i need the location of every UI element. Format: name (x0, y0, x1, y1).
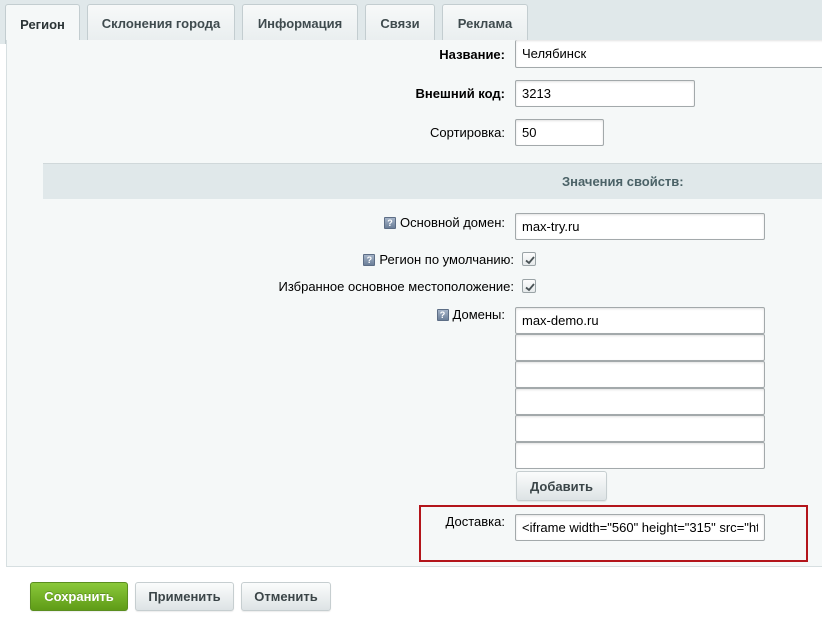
tab-information[interactable]: Информация (242, 4, 358, 41)
external-code-label: Внешний код: (415, 86, 505, 101)
tab-region[interactable]: Регион (5, 4, 80, 44)
favorite-location-checkbox[interactable] (522, 279, 536, 293)
name-input[interactable] (515, 40, 822, 68)
form-panel: Название: Внешний код: Сортировка: Значе… (6, 40, 822, 567)
main-domain-label: ? Основной домен: (384, 215, 505, 230)
checkmark-icon (525, 283, 535, 292)
main-domain-label-text: Основной домен: (400, 215, 505, 230)
main-domain-input[interactable] (515, 213, 765, 240)
name-label: Название: (439, 47, 505, 62)
domain-input-6[interactable] (515, 442, 765, 469)
domain-input-5[interactable] (515, 415, 765, 442)
add-domain-button[interactable]: Добавить (516, 471, 607, 501)
favorite-location-label: Избранное основное местоположение: (278, 279, 514, 294)
properties-section-header: Значения свойств: (43, 163, 822, 199)
save-button[interactable]: Сохранить (30, 582, 128, 611)
domains-label-text: Домены: (452, 307, 505, 322)
help-icon[interactable]: ? (363, 254, 376, 266)
tab-links[interactable]: Связи (365, 4, 435, 41)
domains-label: ? Домены: (436, 307, 505, 322)
apply-button[interactable]: Применить (135, 582, 234, 611)
external-code-input[interactable] (515, 80, 695, 107)
tab-city-declensions[interactable]: Склонения города (87, 4, 235, 41)
properties-section-title: Значения свойств: (562, 174, 684, 189)
default-region-checkbox[interactable] (522, 252, 536, 266)
help-icon[interactable]: ? (436, 309, 449, 321)
tab-advertising[interactable]: Реклама (442, 4, 528, 41)
delivery-highlight-frame (419, 505, 808, 562)
default-region-label-text: Регион по умолчанию: (379, 252, 514, 267)
domain-input-4[interactable] (515, 388, 765, 415)
default-region-label: ? Регион по умолчанию: (363, 252, 514, 267)
checkmark-icon (525, 256, 535, 265)
domain-input-3[interactable] (515, 361, 765, 388)
help-icon[interactable]: ? (384, 217, 397, 229)
domain-input-1[interactable] (515, 307, 765, 334)
domain-input-2[interactable] (515, 334, 765, 361)
cancel-button[interactable]: Отменить (241, 582, 331, 611)
tab-bar: Регион Склонения города Информация Связи… (0, 0, 822, 44)
sort-input[interactable] (515, 119, 604, 146)
sort-label: Сортировка: (430, 125, 505, 140)
